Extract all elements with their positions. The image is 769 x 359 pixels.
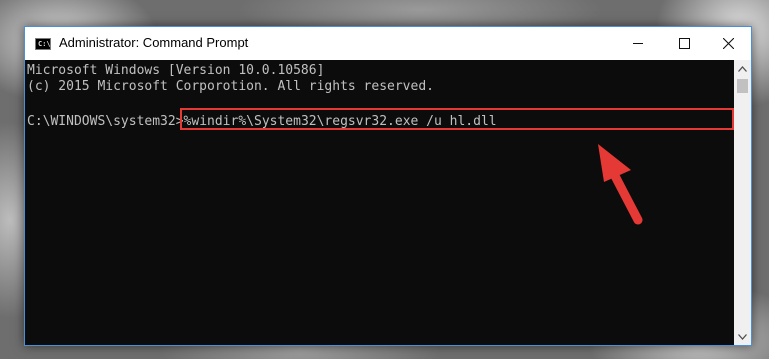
title-bar[interactable]: C:\ Administrator: Command Prompt	[25, 27, 751, 60]
scroll-down-button[interactable]	[734, 328, 751, 345]
cmd-app-icon[interactable]: C:\	[35, 38, 51, 50]
close-button[interactable]	[705, 27, 751, 60]
minimize-button[interactable]	[615, 27, 661, 60]
vertical-scrollbar[interactable]	[734, 60, 751, 345]
scroll-up-button[interactable]	[734, 60, 751, 77]
chevron-down-icon	[738, 333, 747, 340]
chevron-up-icon	[738, 65, 747, 72]
command-highlight-box	[180, 108, 734, 130]
scroll-thumb[interactable]	[737, 79, 748, 93]
close-icon	[722, 38, 734, 49]
red-arrow-icon	[598, 144, 643, 225]
minimize-icon	[633, 43, 643, 44]
maximize-button[interactable]	[661, 27, 707, 60]
console-prompt: C:\WINDOWS\system32>	[27, 114, 184, 129]
console-line-version: Microsoft Windows [Version 10.0.10586]	[27, 63, 325, 78]
window-title: Administrator: Command Prompt	[59, 35, 249, 50]
cmd-app-icon-glyph: C:\	[38, 40, 51, 48]
maximize-icon	[678, 38, 690, 49]
console-line-copyright: (c) 2015 Microsoft Corporotion. All righ…	[27, 79, 434, 94]
